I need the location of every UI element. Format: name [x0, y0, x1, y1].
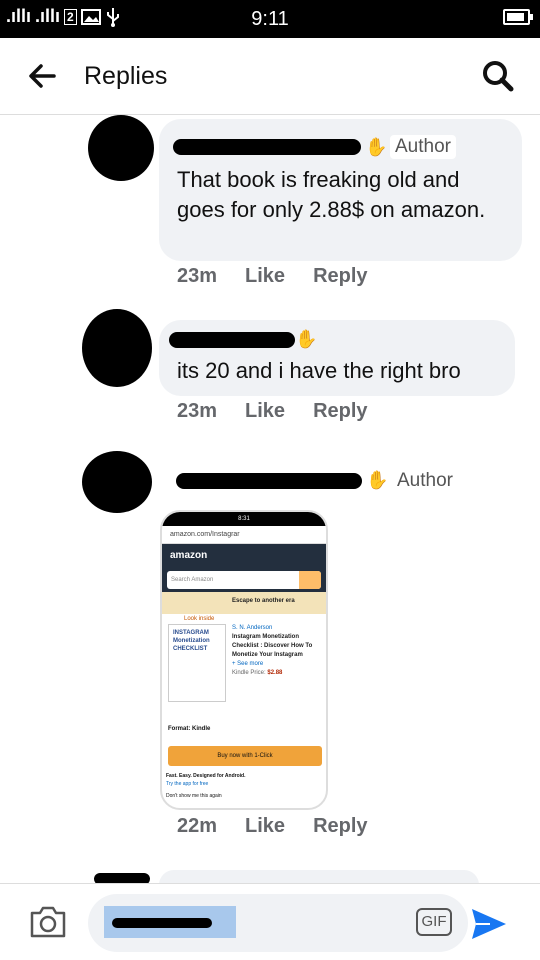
comment-bubble[interactable]: ✋ its 20 and i have the right bro	[159, 320, 515, 396]
promo-link: Try the app for free	[166, 781, 209, 787]
avatar[interactable]	[82, 451, 152, 513]
app-promo: Fast. Easy. Designed for Android. Try th…	[166, 772, 245, 800]
attachment-url-bar: amazon.com/Instagrar	[162, 526, 326, 544]
comment-time: 23m	[177, 400, 218, 422]
book-cover: INSTAGRAM Monetization CHECKLIST	[168, 624, 226, 702]
redacted-name[interactable]	[176, 473, 362, 489]
book-info: S. N. Anderson Instagram Monetization Ch…	[232, 624, 324, 678]
attachment-search-field: Search Amazon	[167, 571, 321, 589]
kindle-price-row: Kindle Price: $2.88	[232, 669, 324, 678]
buy-button: Buy now with 1-Click	[168, 746, 322, 766]
comment-time: 22m	[177, 815, 218, 837]
redacted-name[interactable]	[94, 873, 150, 883]
battery-icon	[503, 9, 533, 25]
status-bar: .ıllı .ıllı 2 9:11	[0, 0, 540, 38]
avatar[interactable]	[88, 115, 154, 181]
replies-feed[interactable]: ✋ Author That book is freaking old and g…	[0, 115, 540, 883]
book-author: S. N. Anderson	[232, 625, 273, 631]
back-arrow-icon[interactable]	[28, 62, 56, 90]
comment-actions: 22m Like Reply	[177, 815, 368, 838]
reply-button[interactable]: Reply	[313, 265, 367, 288]
like-button[interactable]: Like	[245, 265, 285, 288]
avatar[interactable]	[82, 309, 152, 387]
reply-composer: GIF	[0, 883, 540, 960]
comment-text: its 20 and i have the right bro	[177, 358, 461, 383]
comment-text: That book is freaking old and goes for o…	[177, 167, 486, 222]
promo-text: Fast. Easy. Designed for Android.	[166, 773, 246, 779]
book-format: Format: Kindle	[168, 726, 211, 732]
redacted-text	[112, 918, 212, 928]
comment-actions: 23m Like Reply	[177, 400, 368, 423]
comment-actions: 23m Like Reply	[177, 265, 368, 288]
app-header: Replies	[0, 38, 540, 115]
reply-button[interactable]: Reply	[313, 400, 367, 423]
battery-fill	[507, 13, 525, 21]
wave-icon: ✋	[295, 329, 318, 349]
book-title: Instagram Monetization Checklist : Disco…	[232, 634, 313, 658]
attachment-banner: Escape to another era	[162, 592, 326, 614]
look-inside: Look inside	[184, 616, 215, 622]
reply-button[interactable]: Reply	[313, 815, 367, 838]
selected-input-text[interactable]	[104, 906, 236, 938]
author-badge: Author	[392, 469, 458, 493]
search-icon[interactable]	[482, 60, 514, 92]
see-more: + See more	[232, 661, 264, 667]
attachment-status-bar: 8:31	[162, 512, 326, 526]
camera-icon[interactable]	[28, 904, 68, 940]
dont-show-checkbox: Don't show me this again	[166, 793, 222, 799]
like-button[interactable]: Like	[245, 815, 285, 838]
gif-icon[interactable]: GIF	[416, 908, 452, 936]
kindle-price-label: Kindle Price:	[232, 670, 266, 676]
wave-icon: ✋	[366, 470, 389, 490]
comment-bubble[interactable]	[159, 870, 479, 883]
send-icon[interactable]	[470, 906, 508, 942]
comment-bubble[interactable]: ✋ Author That book is freaking old and g…	[159, 119, 522, 261]
redacted-name[interactable]	[169, 332, 295, 348]
wave-icon: ✋	[365, 137, 388, 157]
clock: 9:11	[251, 8, 289, 30]
attached-screenshot[interactable]: 8:31 amazon.com/Instagrar amazon Search …	[160, 510, 328, 810]
like-button[interactable]: Like	[245, 400, 285, 423]
comment-time: 23m	[177, 265, 218, 287]
author-badge: Author	[390, 135, 456, 159]
attachment-logo: amazon	[162, 544, 326, 568]
reply-input[interactable]: GIF	[88, 894, 468, 952]
attachment-search: Search Amazon	[162, 568, 326, 592]
kindle-price: $2.88	[267, 670, 283, 676]
redacted-name[interactable]	[173, 139, 361, 155]
page-title: Replies	[84, 62, 168, 90]
